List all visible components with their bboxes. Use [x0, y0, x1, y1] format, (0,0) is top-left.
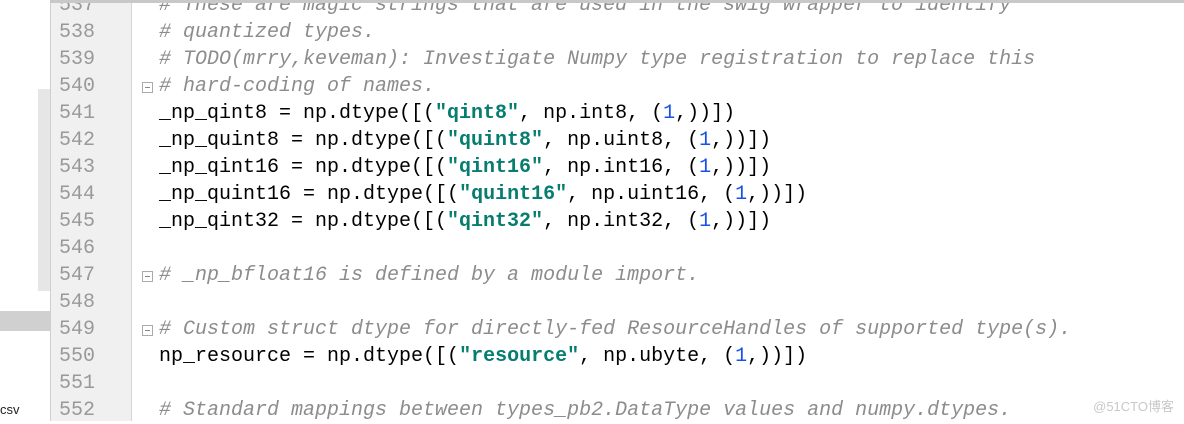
code-comment: # _np_bfloat16 is defined by a module im…	[159, 264, 700, 287]
code-line[interactable]: 551	[51, 370, 1184, 397]
code-token: _np_quint16 = np.dtype([(	[159, 183, 460, 206]
line-number: 551	[59, 372, 96, 395]
selected-tree-item[interactable]	[0, 311, 50, 331]
code-line[interactable]: 539 # TODO(mrry,keveman): Investigate Num…	[51, 46, 1184, 73]
code-number: 1	[735, 345, 748, 368]
code-token: ,))])	[711, 129, 772, 152]
code-text: np_resource = np.dtype([("resource", np.…	[159, 343, 807, 370]
fold-marker-icon[interactable]	[142, 325, 153, 336]
code-line[interactable]: 544 _np_quint16 = np.dtype([("quint16", n…	[51, 181, 1184, 208]
line-number: 540	[59, 75, 96, 98]
fold-marker-icon[interactable]	[142, 82, 153, 93]
code-token: , np.uint8, (	[543, 129, 700, 152]
code-string: "qint32"	[447, 210, 544, 233]
code-line[interactable]: 548	[51, 289, 1184, 316]
line-number: 552	[59, 399, 96, 422]
line-number: 548	[59, 291, 96, 314]
code-line[interactable]: 538 # quantized types.	[51, 19, 1184, 46]
code-line[interactable]: 543 _np_qint16 = np.dtype([("qint16", np.…	[51, 154, 1184, 181]
code-comment: # Standard mappings between types_pb2.Da…	[159, 399, 1012, 422]
code-token: , np.uint16, (	[567, 183, 736, 206]
code-text: _np_qint8 = np.dtype([("qint8", np.int8,…	[159, 100, 735, 127]
code-editor[interactable]: 537 # These are magic strings that are us…	[50, 0, 1184, 424]
line-number: 547	[59, 264, 96, 287]
code-token: ,))])	[711, 156, 772, 179]
code-text: # TODO(mrry,keveman): Investigate Numpy …	[159, 46, 1035, 73]
code-token: _np_qint32 = np.dtype([(	[159, 210, 448, 233]
line-number: 546	[59, 237, 96, 260]
code-line[interactable]: 545 _np_qint32 = np.dtype([("qint32", np.…	[51, 208, 1184, 235]
code-line[interactable]: 547 # _np_bfloat16 is defined by a module…	[51, 262, 1184, 289]
line-number: 543	[59, 156, 96, 179]
code-string: "resource"	[459, 345, 580, 368]
code-line[interactable]: 540 # hard-coding of names.	[51, 73, 1184, 100]
code-number: 1	[663, 102, 676, 125]
code-token: ,))])	[747, 345, 808, 368]
code-text: # quantized types.	[159, 19, 375, 46]
project-panel: csv	[0, 0, 50, 421]
code-line[interactable]: 550 np_resource = np.dtype([("resource", …	[51, 343, 1184, 370]
code-line[interactable]: 549 # Custom struct dtype for directly-fe…	[51, 316, 1184, 343]
code-number: 1	[699, 156, 712, 179]
line-number: 549	[59, 318, 96, 341]
code-line[interactable]: 546	[51, 235, 1184, 262]
fold-marker-icon[interactable]	[142, 271, 153, 282]
editor-tab-bar[interactable]	[50, 0, 1184, 3]
code-token: _np_quint8 = np.dtype([(	[159, 129, 448, 152]
line-number: 545	[59, 210, 96, 233]
code-token: np_resource = np.dtype([(	[159, 345, 460, 368]
code-number: 1	[699, 129, 712, 152]
code-comment: # hard-coding of names.	[159, 75, 436, 98]
code-text: # Custom struct dtype for directly-fed R…	[159, 316, 1071, 343]
code-token: ,))])	[711, 210, 772, 233]
code-number: 1	[735, 183, 748, 206]
code-text: _np_quint8 = np.dtype([("quint8", np.uin…	[159, 127, 771, 154]
code-string: "quint8"	[447, 129, 544, 152]
code-comment: # quantized types.	[159, 21, 376, 44]
line-number: 544	[59, 183, 96, 206]
line-number: 542	[59, 129, 96, 152]
code-token: , np.int16, (	[543, 156, 700, 179]
code-string: "quint16"	[459, 183, 568, 206]
code-number: 1	[699, 210, 712, 233]
code-string: "qint16"	[447, 156, 544, 179]
code-text: _np_qint32 = np.dtype([("qint32", np.int…	[159, 208, 771, 235]
code-text: # _np_bfloat16 is defined by a module im…	[159, 262, 699, 289]
panel-scrollbar[interactable]	[38, 89, 50, 291]
code-line[interactable]: 542 _np_quint8 = np.dtype([("quint8", np.…	[51, 127, 1184, 154]
code-text: # hard-coding of names.	[159, 73, 435, 100]
code-comment: # Custom struct dtype for directly-fed R…	[159, 318, 1072, 341]
code-line[interactable]: 552 # Standard mappings between types_pb2…	[51, 397, 1184, 424]
code-text: # Standard mappings between types_pb2.Da…	[159, 397, 1011, 424]
code-token: _np_qint8 = np.dtype([(	[159, 102, 436, 125]
line-number: 550	[59, 345, 96, 368]
code-comment: # TODO(mrry,keveman): Investigate Numpy …	[159, 48, 1036, 71]
line-number: 541	[59, 102, 96, 125]
file-tree-item-label[interactable]: csv	[0, 402, 20, 417]
code-token: _np_qint16 = np.dtype([(	[159, 156, 448, 179]
watermark: @51CTO博客	[1093, 399, 1174, 414]
code-token: , np.int32, (	[543, 210, 700, 233]
code-token: ,))])	[747, 183, 808, 206]
code-text: _np_quint16 = np.dtype([("quint16", np.u…	[159, 181, 807, 208]
code-token: , np.int8, (	[519, 102, 664, 125]
code-line[interactable]: 541 _np_qint8 = np.dtype([("qint8", np.in…	[51, 100, 1184, 127]
line-number: 539	[59, 48, 96, 71]
code-text: _np_qint16 = np.dtype([("qint16", np.int…	[159, 154, 771, 181]
code-string: "qint8"	[435, 102, 520, 125]
line-number: 538	[59, 21, 96, 44]
code-token: ,))])	[675, 102, 736, 125]
code-token: , np.ubyte, (	[579, 345, 736, 368]
